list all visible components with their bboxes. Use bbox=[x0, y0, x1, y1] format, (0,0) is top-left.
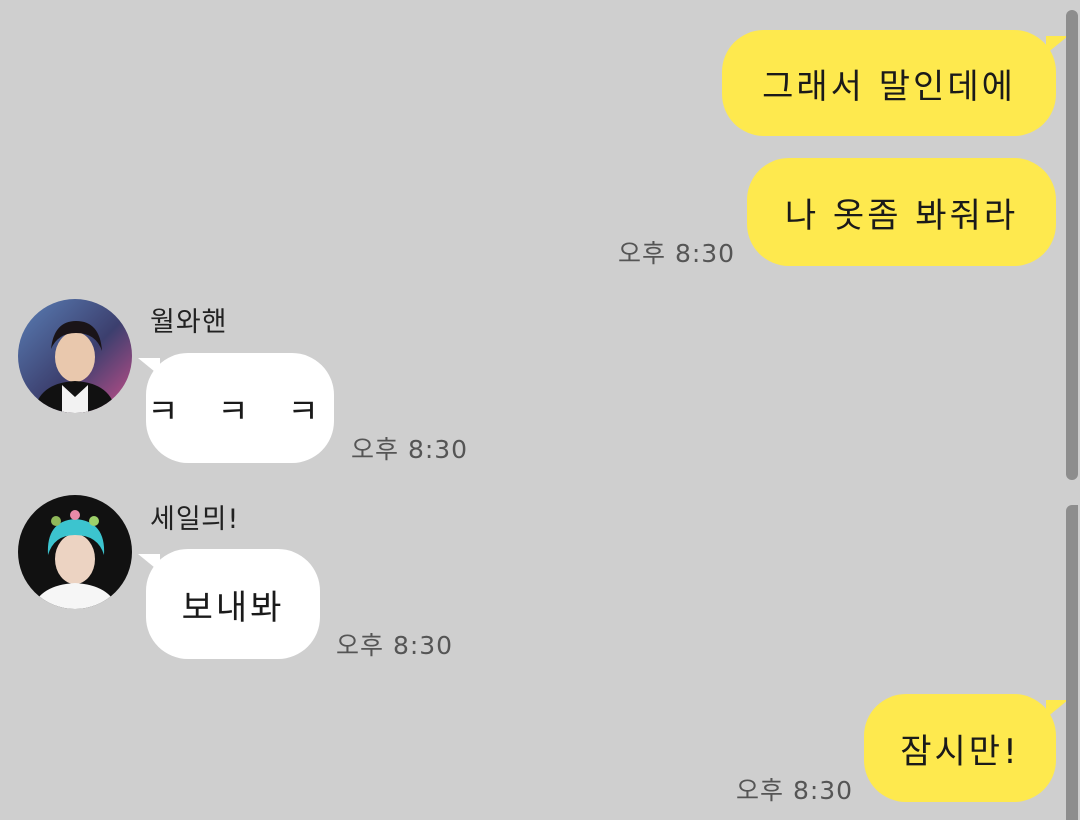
message-text: 나 옷좀 봐줘라 bbox=[784, 195, 1019, 236]
scrollbar-thumb[interactable] bbox=[1066, 505, 1078, 820]
bubble-tail bbox=[1046, 36, 1068, 54]
message-timestamp: 오후 8:30 bbox=[351, 435, 469, 464]
message-text: 보내봐 bbox=[181, 587, 285, 628]
message-timestamp: 오후 8:30 bbox=[336, 631, 454, 660]
their-message-bubble[interactable]: 보내봐 bbox=[146, 549, 320, 659]
message-text: 그래서 말인데에 bbox=[762, 66, 1016, 107]
their-message-bubble[interactable]: ㅋ ㅋ ㅋ bbox=[146, 353, 334, 463]
profile-photo-icon bbox=[18, 495, 132, 609]
message-timestamp: 오후 8:30 bbox=[736, 776, 854, 805]
message-text: 잠시만! bbox=[900, 731, 1020, 772]
profile-photo-icon bbox=[18, 299, 132, 413]
scrollbar[interactable] bbox=[1066, 0, 1080, 820]
message-timestamp: 오후 8:30 bbox=[618, 239, 736, 268]
bubble-tail bbox=[138, 358, 160, 376]
sender-name: 월와핸 bbox=[150, 307, 228, 338]
chat-message-list[interactable]: 그래서 말인데에 나 옷좀 봐줘라 오후 8:30 월와핸 ㅋ ㅋ ㅋ 오후 8… bbox=[0, 0, 1080, 820]
message-text: ㅋ ㅋ ㅋ bbox=[147, 391, 333, 432]
my-message-bubble[interactable]: 잠시만! bbox=[864, 694, 1056, 802]
my-message-bubble[interactable]: 나 옷좀 봐줘라 bbox=[747, 158, 1056, 266]
sender-avatar[interactable] bbox=[18, 495, 132, 609]
sender-name: 세일믜! bbox=[150, 504, 240, 535]
sender-avatar[interactable] bbox=[18, 299, 132, 413]
scrollbar-thumb[interactable] bbox=[1066, 10, 1078, 480]
bubble-tail bbox=[138, 554, 160, 572]
bubble-tail bbox=[1046, 700, 1068, 718]
my-message-bubble[interactable]: 그래서 말인데에 bbox=[722, 30, 1056, 136]
